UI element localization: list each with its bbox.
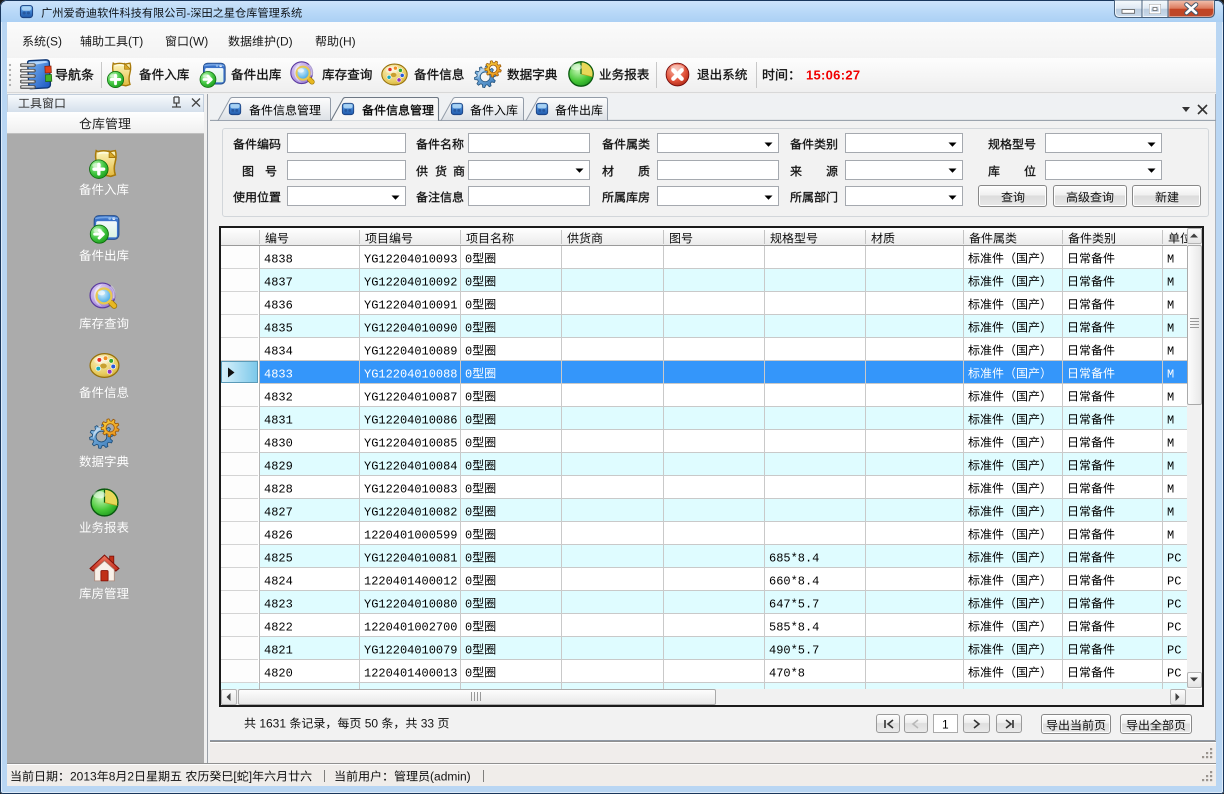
svg-text:4822: 4822 (264, 620, 293, 634)
svg-text:-: - (187, 8, 191, 20)
svg-text:YG12204010091: YG12204010091 (364, 298, 458, 312)
svg-text:YG12204010082: YG12204010082 (364, 505, 458, 519)
svg-text:0: 0 (465, 505, 472, 519)
svg-text:2013: 2013 (70, 769, 97, 783)
svg-text:M: M (1167, 298, 1174, 312)
svg-text:4831: 4831 (264, 413, 293, 427)
svg-text:0: 0 (465, 643, 472, 657)
svg-text:PC: PC (1167, 574, 1181, 588)
svg-text:YG12204010092: YG12204010092 (364, 275, 458, 289)
svg-text:M: M (1167, 436, 1174, 450)
svg-text:1220401002700: 1220401002700 (364, 620, 458, 634)
svg-text:PC: PC (1167, 551, 1181, 565)
svg-text:[: [ (233, 769, 237, 783)
svg-text:PC: PC (1167, 620, 1181, 634)
svg-text:1220401400013: 1220401400013 (364, 666, 458, 680)
svg-text:4836: 4836 (264, 298, 293, 312)
svg-text:4826: 4826 (264, 528, 293, 542)
svg-text:PC: PC (1167, 643, 1181, 657)
svg-text:M: M (1167, 344, 1174, 358)
svg-text:0: 0 (465, 620, 472, 634)
svg-text:4829: 4829 (264, 459, 293, 473)
svg-text:0: 0 (465, 459, 472, 473)
svg-text:0: 0 (465, 367, 472, 381)
svg-text:4820: 4820 (264, 666, 293, 680)
svg-text:M: M (1167, 528, 1174, 542)
svg-text:YG12204010084: YG12204010084 (364, 459, 458, 473)
svg-text:0: 0 (465, 390, 472, 404)
svg-text:0: 0 (465, 482, 472, 496)
svg-text:0: 0 (465, 574, 472, 588)
svg-text:M: M (1167, 367, 1174, 381)
svg-text:YG12204010081: YG12204010081 (364, 551, 458, 565)
svg-text:0: 0 (465, 344, 472, 358)
svg-text:4825: 4825 (264, 551, 293, 565)
svg-text:8: 8 (109, 769, 116, 783)
svg-text:PC: PC (1167, 597, 1181, 611)
svg-text:15:06:27: 15:06:27 (806, 67, 860, 82)
svg-text:490*5.7: 490*5.7 (769, 643, 819, 657)
svg-text:0: 0 (465, 275, 472, 289)
svg-text:YG12204010088: YG12204010088 (364, 367, 458, 381)
svg-text:4821: 4821 (264, 643, 293, 657)
svg-text:2: 2 (127, 769, 134, 783)
svg-text:0: 0 (465, 413, 472, 427)
svg-text:(admin): (admin) (430, 769, 471, 783)
svg-text:0: 0 (465, 551, 472, 565)
svg-text:1: 1 (942, 717, 949, 731)
svg-text:660*8.4: 660*8.4 (769, 574, 819, 588)
svg-text:33: 33 (421, 717, 435, 731)
svg-text:1631: 1631 (259, 717, 286, 731)
svg-text:4837: 4837 (264, 275, 293, 289)
svg-text:YG12204010090: YG12204010090 (364, 321, 458, 335)
svg-text:4834: 4834 (264, 344, 293, 358)
svg-text:(D): (D) (276, 35, 293, 49)
svg-text:4838: 4838 (264, 252, 293, 266)
svg-text:4830: 4830 (264, 436, 293, 450)
svg-text:(W): (W) (189, 35, 208, 49)
svg-text:PC: PC (1167, 666, 1181, 680)
svg-text:M: M (1167, 459, 1174, 473)
svg-text:0: 0 (465, 666, 472, 680)
svg-text:4833: 4833 (264, 367, 293, 381)
svg-text:M: M (1167, 321, 1174, 335)
svg-text:0: 0 (465, 298, 472, 312)
svg-text:M: M (1167, 252, 1174, 266)
svg-text:(H): (H) (339, 35, 356, 49)
svg-text:1220401000599: 1220401000599 (364, 528, 458, 542)
svg-text:4824: 4824 (264, 574, 293, 588)
svg-text:M: M (1167, 413, 1174, 427)
svg-text:470*8: 470*8 (769, 666, 805, 680)
svg-text:(S): (S) (46, 35, 62, 49)
svg-text:M: M (1167, 390, 1174, 404)
svg-text:4832: 4832 (264, 390, 293, 404)
svg-text:YG12204010083: YG12204010083 (364, 482, 458, 496)
svg-text:YG12204010086: YG12204010086 (364, 413, 458, 427)
svg-text:M: M (1167, 275, 1174, 289)
svg-text:YG12204010079: YG12204010079 (364, 643, 458, 657)
svg-text:647*5.7: 647*5.7 (769, 597, 819, 611)
svg-text:1220401400012: 1220401400012 (364, 574, 458, 588)
svg-text:0: 0 (465, 252, 472, 266)
svg-text:0: 0 (465, 528, 472, 542)
svg-text:YG12204010085: YG12204010085 (364, 436, 458, 450)
svg-text:(T): (T) (128, 35, 143, 49)
svg-text:685*8.4: 685*8.4 (769, 551, 819, 565)
svg-text:M: M (1167, 505, 1174, 519)
svg-text:4823: 4823 (264, 597, 293, 611)
svg-text:YG12204010089: YG12204010089 (364, 344, 458, 358)
svg-text:0: 0 (465, 597, 472, 611)
svg-text:]: ] (249, 769, 252, 783)
svg-text:0: 0 (465, 436, 472, 450)
svg-text:YG12204010080: YG12204010080 (364, 597, 458, 611)
svg-text:585*8.4: 585*8.4 (769, 620, 819, 634)
svg-text:50: 50 (365, 717, 379, 731)
svg-text:YG12204010087: YG12204010087 (364, 390, 458, 404)
svg-text:0: 0 (465, 321, 472, 335)
svg-text:YG12204010093: YG12204010093 (364, 252, 458, 266)
svg-text:M: M (1167, 482, 1174, 496)
svg-text:4828: 4828 (264, 482, 293, 496)
svg-text:4835: 4835 (264, 321, 293, 335)
svg-text:4827: 4827 (264, 505, 293, 519)
